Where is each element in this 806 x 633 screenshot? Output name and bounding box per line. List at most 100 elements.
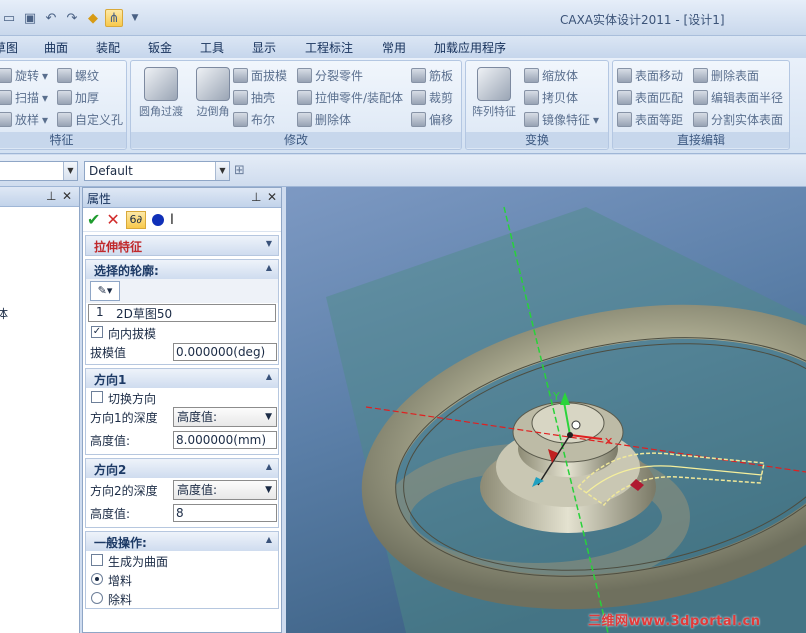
feature-group: 旋转 ▾ 螺纹 扫描 ▾ 加厚 放样 ▾ 自定义孔 特征: [0, 60, 127, 150]
close-icon[interactable]: ✕: [62, 189, 72, 203]
chamfer-icon: [196, 67, 230, 101]
revolve-button[interactable]: 旋转 ▾: [0, 67, 48, 84]
menu-common[interactable]: 常用: [382, 39, 406, 56]
extrude-assembly-icon: [297, 90, 312, 105]
split-face-button[interactable]: 分割实体表面: [693, 111, 783, 128]
fillet-button[interactable]: 圆角过渡: [135, 65, 187, 121]
face-match-button[interactable]: 表面匹配: [617, 89, 683, 106]
thicken-button[interactable]: 加厚: [57, 89, 99, 106]
rib-button[interactable]: 筋板: [411, 67, 453, 84]
style-toolbar: ▼ Default ▼ ⊞: [0, 155, 806, 187]
3d-viewport[interactable]: Y ✕: [286, 187, 806, 633]
face-move-button[interactable]: 表面移动: [617, 67, 683, 84]
depth1-select[interactable]: 高度值: ▼: [173, 407, 277, 427]
general-section: 一般操作: ▲ 生成为曲面 增料 除料: [85, 531, 279, 609]
pin-icon[interactable]: ⊥: [251, 190, 261, 204]
cancel-icon[interactable]: ✕: [106, 210, 119, 229]
watermark: 三维网www.3dportal.cn: [588, 614, 761, 629]
text-cursor-icon: I: [169, 211, 174, 228]
loft-button[interactable]: 放样 ▾: [0, 111, 48, 128]
menu-annotation[interactable]: 工程标注: [305, 39, 353, 56]
properties-toolbar: ✔ ✕ 6∂ I: [83, 208, 281, 232]
height2-label: 高度值:: [90, 507, 131, 521]
filter-combo[interactable]: ▼: [0, 161, 78, 181]
custom-hole-button[interactable]: 自定义孔: [57, 111, 123, 128]
modify-group: 圆角过渡 边倒角 面拔模 分裂零件 筋板 抽壳 拉伸零件/装配体 裁剪 布尔 删…: [130, 60, 462, 150]
offset-icon: [411, 112, 426, 127]
thread-icon: [57, 68, 72, 83]
inward-draft-checkbox[interactable]: ✓: [91, 326, 103, 338]
remove-material-radio[interactable]: [91, 592, 103, 604]
chamfer-button[interactable]: 边倒角: [187, 65, 239, 121]
menu-sheetmetal[interactable]: 钣金: [148, 39, 172, 56]
sweep-button[interactable]: 扫描 ▾: [0, 89, 48, 106]
save-icon[interactable]: ▣: [21, 9, 39, 27]
close-icon[interactable]: ✕: [267, 190, 277, 204]
chevron-up-icon[interactable]: ▲: [266, 535, 272, 544]
copy-body-button[interactable]: 拷贝体: [524, 89, 578, 106]
preview-icon[interactable]: 6∂: [125, 210, 146, 229]
face-draft-button[interactable]: 面拔模: [233, 67, 287, 84]
style-combo[interactable]: Default ▼: [84, 161, 230, 181]
draft-value-field[interactable]: 0.000000(deg): [173, 343, 277, 361]
scale-body-button[interactable]: 缩放体: [524, 67, 578, 84]
menu-surface[interactable]: 曲面: [44, 39, 68, 56]
face-offset-button[interactable]: 表面等距: [617, 111, 683, 128]
delete-face-button[interactable]: 删除表面: [693, 67, 759, 84]
chevron-up-icon[interactable]: ▲: [266, 372, 272, 381]
boolean-button[interactable]: 布尔: [233, 111, 275, 128]
add-material-radio[interactable]: [91, 573, 103, 585]
direct-edit-group-label: 直接编辑: [613, 132, 789, 148]
copy-body-icon: [524, 90, 539, 105]
switch-direction-checkbox[interactable]: [91, 391, 103, 403]
height2-field[interactable]: 8: [173, 504, 277, 522]
menu-sketch[interactable]: 草图: [0, 39, 18, 56]
split-part-button[interactable]: 分裂零件: [297, 67, 363, 84]
direct-edit-group: 表面移动 删除表面 表面匹配 编辑表面半径 表面等距 分割实体表面 直接编辑: [612, 60, 790, 150]
remove-material-label: 除料: [108, 593, 133, 607]
smart-icon[interactable]: ◆: [84, 9, 102, 27]
tree-item[interactable]: 体: [0, 305, 8, 322]
redo-icon[interactable]: ↷: [63, 9, 81, 27]
chevron-down-icon[interactable]: ▼: [266, 239, 272, 248]
design-tree-header: ⊥ ✕: [0, 187, 79, 207]
mirror-feature-button[interactable]: 镜像特征 ▾: [524, 111, 599, 128]
split-part-icon: [297, 68, 312, 83]
depth2-select[interactable]: 高度值: ▼: [173, 480, 277, 500]
trim-button[interactable]: 裁剪: [411, 89, 453, 106]
offset-button[interactable]: 偏移: [411, 111, 453, 128]
tree-icon[interactable]: ⊞: [234, 163, 250, 179]
axis-label: Y: [552, 390, 560, 403]
thread-button[interactable]: 螺纹: [57, 67, 99, 84]
properties-title: 属性: [87, 192, 112, 206]
chevron-up-icon[interactable]: ▲: [266, 462, 272, 471]
sketch-edit-button[interactable]: ✎▾: [90, 281, 120, 301]
surface-checkbox[interactable]: [91, 554, 103, 566]
split-face-icon: [693, 112, 708, 127]
profile-list-item[interactable]: 1 2D草图50: [86, 303, 278, 323]
delete-body-button[interactable]: 删除体: [297, 111, 351, 128]
menu-addins[interactable]: 加载应用程序: [434, 39, 506, 56]
menu-assembly[interactable]: 装配: [96, 39, 120, 56]
dropdown-icon[interactable]: ▼: [126, 9, 144, 27]
edit-face-radius-button[interactable]: 编辑表面半径: [693, 89, 783, 106]
shell-button[interactable]: 抽壳: [233, 89, 275, 106]
height1-field[interactable]: 8.000000(mm): [173, 431, 277, 449]
pin-icon[interactable]: ⊥: [46, 189, 56, 203]
menu-tools[interactable]: 工具: [200, 39, 224, 56]
ok-icon[interactable]: ✔: [87, 210, 100, 229]
profile-name: 2D草图50: [116, 307, 173, 321]
profile-section: 选择的轮廓: ▲ ✎▾ 1 2D草图50 ✓ 向内拔模 拔模值 0.000000…: [85, 259, 279, 365]
chevron-down-icon[interactable]: ▼: [215, 162, 229, 180]
pattern-button[interactable]: 阵列特征: [468, 65, 520, 121]
open-icon[interactable]: ▭: [0, 9, 18, 27]
chevron-up-icon[interactable]: ▲: [266, 263, 272, 272]
face-move-icon: [617, 68, 632, 83]
switch-direction-label: 切换方向: [108, 392, 157, 406]
blue-dot-icon[interactable]: [151, 213, 164, 226]
chevron-down-icon[interactable]: ▼: [63, 162, 77, 180]
extrude-assembly-button[interactable]: 拉伸零件/装配体: [297, 89, 403, 106]
menu-display[interactable]: 显示: [252, 39, 276, 56]
grid-icon[interactable]: ⋔: [105, 9, 123, 27]
undo-icon[interactable]: ↶: [42, 9, 60, 27]
